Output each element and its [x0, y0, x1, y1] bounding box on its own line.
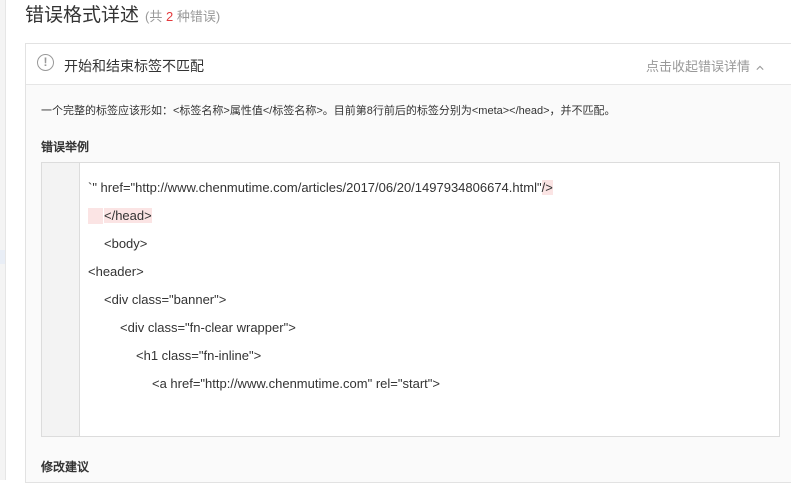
fix-suggestion-label: 修改建议 — [41, 460, 90, 474]
error-panel-header[interactable]: ! 开始和结束标签不匹配 点击收起错误详情 — [26, 44, 791, 85]
error-description: 一个完整的标签应该形如：<标签名称>属性值</标签名称>。目前第8行前后的标签分… — [41, 105, 616, 117]
example-section-label: 错误举例 — [41, 140, 90, 154]
code-line-8: <a href="http://www.chenmutime.com" rel=… — [152, 376, 440, 391]
code-example-box: `" href="http://www.chenmutime.com/artic… — [41, 162, 780, 437]
page-title: 错误格式详述 (共 2 种错误) — [25, 4, 220, 28]
code-line-1: `" href="http://www.chenmutime.com/artic… — [88, 180, 553, 195]
error-line-highlight — [88, 208, 103, 224]
line-number-gutter — [42, 163, 80, 436]
code-line-2: </head> — [104, 208, 152, 223]
collapse-details-link[interactable]: 点击收起错误详情 — [646, 56, 764, 75]
chevron-up-icon — [756, 65, 764, 70]
error-panel: ! 开始和结束标签不匹配 点击收起错误详情 一个完整的标签应该形如：<标签名称>… — [25, 43, 791, 483]
error-count: (共 2 种错误) — [145, 9, 221, 24]
exclamation-circle-icon: ! — [37, 54, 54, 71]
sidebar-marker — [0, 250, 5, 264]
code-line-5: <div class="banner"> — [104, 292, 227, 307]
error-count-number: 2 — [165, 9, 174, 24]
code-line-3: <body> — [104, 236, 148, 251]
code-line-4: <header> — [88, 264, 144, 279]
left-sidebar-strip — [0, 0, 6, 480]
collapse-details-label: 点击收起错误详情 — [646, 59, 751, 74]
code-line-7: <h1 class="fn-inline"> — [136, 348, 262, 363]
code-line-6: <div class="fn-clear wrapper"> — [120, 320, 296, 335]
error-title: 开始和结束标签不匹配 — [64, 58, 204, 74]
page-title-text: 错误格式详述 — [25, 5, 140, 26]
